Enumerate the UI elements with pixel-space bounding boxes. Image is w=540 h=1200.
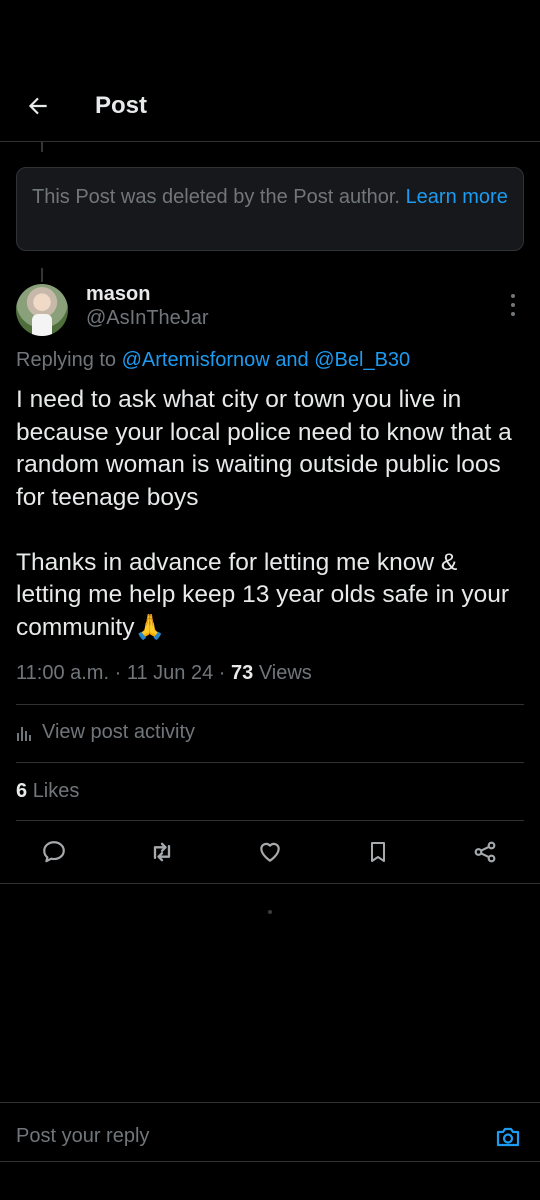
post-paragraph: I need to ask what city or town you live… <box>16 386 512 511</box>
avatar[interactable] <box>16 284 68 336</box>
replying-to: Replying to @Artemisfornow and @Bel_B30 <box>16 349 410 372</box>
reply-composer: Post your reply <box>0 1102 540 1162</box>
divider <box>16 704 524 705</box>
meta-separator: · <box>114 662 122 684</box>
activity-label: View post activity <box>42 721 196 743</box>
page-title: Post <box>95 92 148 119</box>
deleted-notice-text: This Post was deleted by the Post author… <box>32 186 400 208</box>
author-handle[interactable]: @AsInTheJar <box>86 307 209 330</box>
mention-link[interactable]: @Artemisfornow <box>122 349 270 371</box>
likes-number: 6 <box>16 780 28 802</box>
share-icon[interactable] <box>471 838 499 866</box>
likes-count[interactable]: 6 Likes <box>16 780 79 803</box>
views-label[interactable]: Views <box>259 662 312 684</box>
mention-joiner: and <box>275 349 309 371</box>
view-post-activity-button[interactable]: View post activity <box>16 721 195 744</box>
likes-label: Likes <box>32 780 80 802</box>
post-date: 11 Jun 24 <box>126 662 214 684</box>
reply-input[interactable]: Post your reply <box>16 1125 149 1148</box>
post-meta: 11:00 a.m. · 11 Jun 24 · 73 Views <box>16 662 312 685</box>
back-arrow-icon[interactable] <box>22 90 54 122</box>
divider <box>16 762 524 763</box>
heart-icon[interactable] <box>256 838 284 866</box>
replying-prefix: Replying to <box>16 349 117 371</box>
meta-separator: · <box>218 662 226 684</box>
views-count[interactable]: 73 <box>231 662 253 684</box>
post-paragraph: Thanks in advance for letting me know & … <box>16 548 510 641</box>
post-text: I need to ask what city or town you live… <box>16 384 526 677</box>
thread-connector <box>41 268 43 282</box>
comment-icon[interactable] <box>40 838 68 866</box>
repost-icon[interactable] <box>148 838 176 866</box>
action-bar <box>0 820 540 884</box>
mention-link[interactable]: @Bel_B30 <box>314 349 410 371</box>
analytics-icon <box>17 726 31 741</box>
bookmark-icon[interactable] <box>364 838 392 866</box>
post-time: 11:00 a.m. <box>16 662 110 684</box>
more-options-icon[interactable] <box>506 294 520 316</box>
camera-icon[interactable] <box>494 1123 522 1151</box>
learn-more-link[interactable]: Learn more <box>406 186 508 208</box>
author-name[interactable]: mason <box>86 283 150 306</box>
thread-connector <box>41 142 43 152</box>
deleted-post-notice: This Post was deleted by the Post author… <box>16 167 524 251</box>
loading-indicator <box>268 910 272 914</box>
top-bar: Post <box>0 70 540 142</box>
